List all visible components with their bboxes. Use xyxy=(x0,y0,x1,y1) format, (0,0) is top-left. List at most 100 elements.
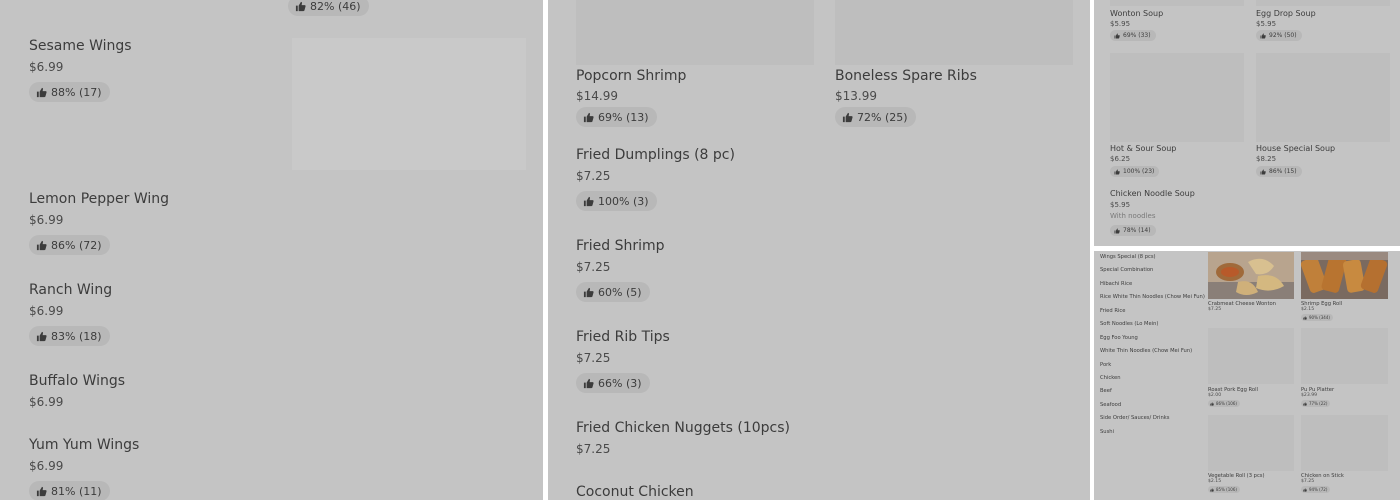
menu-item-price: $6.99 xyxy=(29,213,64,227)
menu-item-price: $7.25 xyxy=(576,169,611,183)
rating-badge: 92% (50) xyxy=(1256,30,1302,41)
thumbs-up-icon xyxy=(36,240,47,251)
thumbs-up-icon xyxy=(1114,33,1120,39)
category-link[interactable]: Wings Special (8 pcs) xyxy=(1100,254,1156,260)
category-link[interactable]: Hibachi Rice xyxy=(1100,281,1132,287)
menu-item-name[interactable]: Egg Drop Soup xyxy=(1256,9,1316,18)
category-link[interactable]: Soft Noodles (Lo Mein) xyxy=(1100,321,1158,327)
rating-badge: 69% (13) xyxy=(576,107,657,127)
menu-item-image[interactable] xyxy=(1301,415,1388,471)
rating-badge: 100% (3) xyxy=(576,191,657,211)
menu-item-image[interactable] xyxy=(1256,53,1390,142)
menu-item-name[interactable]: Buffalo Wings xyxy=(29,373,125,389)
menu-item-name[interactable]: Fried Rib Tips xyxy=(576,329,670,345)
appetizers-menu-panel: Popcorn Shrimp $14.99 69% (13) Boneless … xyxy=(548,0,1090,500)
menu-item-name[interactable]: Coconut Chicken xyxy=(576,484,694,500)
rating-badge: 86% (15) xyxy=(1256,166,1302,177)
menu-item-description: With noodles xyxy=(1110,212,1156,220)
soups-menu-panel: Wonton Soup $5.95 69% (33) Egg Drop Soup… xyxy=(1094,0,1400,246)
menu-item-price: $6.99 xyxy=(29,459,64,473)
menu-item-name[interactable]: Lemon Pepper Wing xyxy=(29,191,169,207)
menu-item-image[interactable] xyxy=(1256,0,1390,6)
menu-item-image[interactable] xyxy=(1301,328,1388,384)
menu-item-name[interactable]: Hot & Sour Soup xyxy=(1110,144,1176,153)
thumbs-up-icon xyxy=(1210,401,1214,406)
menu-item-name[interactable]: Fried Dumplings (8 pc) xyxy=(576,147,735,163)
menu-item-name[interactable]: Popcorn Shrimp xyxy=(576,68,686,84)
rating-badge: 66% (3) xyxy=(576,373,650,393)
thumbs-up-icon xyxy=(1260,33,1266,39)
thumbs-up-icon xyxy=(1303,487,1307,492)
menu-item-price: $13.99 xyxy=(835,89,877,103)
menu-item-price: $2.15 xyxy=(1301,307,1315,312)
category-link[interactable]: Chicken xyxy=(1100,375,1121,381)
thumbs-up-icon xyxy=(583,112,594,123)
category-link[interactable]: Pork xyxy=(1100,362,1111,368)
full-menu-panel: Wings Special (8 pcs) Special Combinatio… xyxy=(1094,251,1400,500)
menu-item-name[interactable]: Wonton Soup xyxy=(1110,9,1163,18)
rating-badge: 100% (23) xyxy=(1110,166,1160,177)
category-link[interactable]: White Thin Noodles (Chow Mei Fun) xyxy=(1100,348,1192,354)
menu-item-image[interactable] xyxy=(1208,415,1294,471)
category-link[interactable]: Seafood xyxy=(1100,402,1121,408)
menu-item-price: $6.99 xyxy=(29,304,64,318)
thumbs-up-icon xyxy=(36,331,47,342)
menu-item-price: $7.25 xyxy=(1301,479,1315,484)
menu-item-price: $7.25 xyxy=(1208,307,1222,312)
category-link[interactable]: Rice White Thin Noodles (Chow Mei Fun) xyxy=(1100,294,1205,300)
rating-badge: 83% (18) xyxy=(29,326,110,346)
wings-menu-panel: 82% (46) Sesame Wings $6.99 88% (17) Lem… xyxy=(0,0,543,500)
menu-item-name[interactable]: Fried Shrimp xyxy=(576,238,665,254)
menu-item-name[interactable]: Boneless Spare Ribs xyxy=(835,68,977,84)
menu-item-name[interactable]: Sesame Wings xyxy=(29,38,132,54)
thumbs-up-icon xyxy=(1114,169,1120,175)
menu-item-image[interactable] xyxy=(1110,53,1244,142)
thumbs-up-icon xyxy=(583,196,594,207)
menu-item-image[interactable] xyxy=(1208,328,1294,384)
rating-badge: 77% (22) xyxy=(1301,400,1331,407)
rating-badge: 82% (46) xyxy=(288,0,369,16)
rating-badge: 94% (72) xyxy=(1301,486,1331,493)
rating-badge: 90% (344) xyxy=(1301,314,1333,321)
menu-item-image[interactable] xyxy=(576,0,814,65)
category-link[interactable]: Special Combination xyxy=(1100,267,1153,273)
shrimp-egg-roll-photo[interactable] xyxy=(1301,252,1388,299)
menu-item-price: $6.99 xyxy=(29,60,64,74)
menu-item-price: $5.95 xyxy=(1110,20,1131,28)
thumbs-up-icon xyxy=(583,378,594,389)
menu-item-price: $6.25 xyxy=(1110,155,1131,163)
menu-item-image[interactable] xyxy=(835,0,1073,65)
rating-badge: 81% (11) xyxy=(29,481,110,500)
menu-item-name[interactable]: Yum Yum Wings xyxy=(29,437,139,453)
category-link[interactable]: Egg Foo Young xyxy=(1100,335,1138,341)
menu-item-image[interactable] xyxy=(292,38,526,170)
menu-item-price: $2.15 xyxy=(1208,479,1222,484)
menu-item-price: $7.25 xyxy=(576,260,611,274)
rating-badge: 86% (72) xyxy=(29,235,110,255)
rating-text: 82% (46) xyxy=(310,0,361,13)
menu-item-price: $2.00 xyxy=(1208,393,1222,398)
category-link[interactable]: Fried Rice xyxy=(1100,308,1125,314)
menu-item-name[interactable]: Fried Chicken Nuggets (10pcs) xyxy=(576,420,790,436)
menu-item-name[interactable]: Chicken Noodle Soup xyxy=(1110,189,1195,198)
screenshot-collage: 82% (46) Sesame Wings $6.99 88% (17) Lem… xyxy=(0,0,1400,500)
rating-badge: 69% (33) xyxy=(1110,30,1156,41)
menu-item-name[interactable]: Ranch Wing xyxy=(29,282,112,298)
menu-item-price: $7.25 xyxy=(576,351,611,365)
thumbs-up-icon xyxy=(1303,315,1307,320)
rating-badge: 85% (106) xyxy=(1208,486,1240,493)
rating-badge: 88% (17) xyxy=(29,82,110,102)
category-link[interactable]: Sushi xyxy=(1100,429,1114,435)
menu-item-price: $7.25 xyxy=(576,442,611,456)
rating-badge: 60% (5) xyxy=(576,282,650,302)
category-link[interactable]: Beef xyxy=(1100,388,1112,394)
menu-item-image[interactable] xyxy=(1110,0,1244,6)
menu-item-name[interactable]: House Special Soup xyxy=(1256,144,1335,153)
category-link[interactable]: Side Order/ Sauces/ Drinks xyxy=(1100,415,1169,421)
rating-badge: 86% (106) xyxy=(1208,400,1240,407)
crab-wonton-photo[interactable] xyxy=(1208,252,1294,299)
menu-item-price: $14.99 xyxy=(576,89,618,103)
menu-item-price: $8.25 xyxy=(1256,155,1277,163)
thumbs-up-icon xyxy=(842,112,853,123)
thumbs-up-icon xyxy=(36,486,47,497)
